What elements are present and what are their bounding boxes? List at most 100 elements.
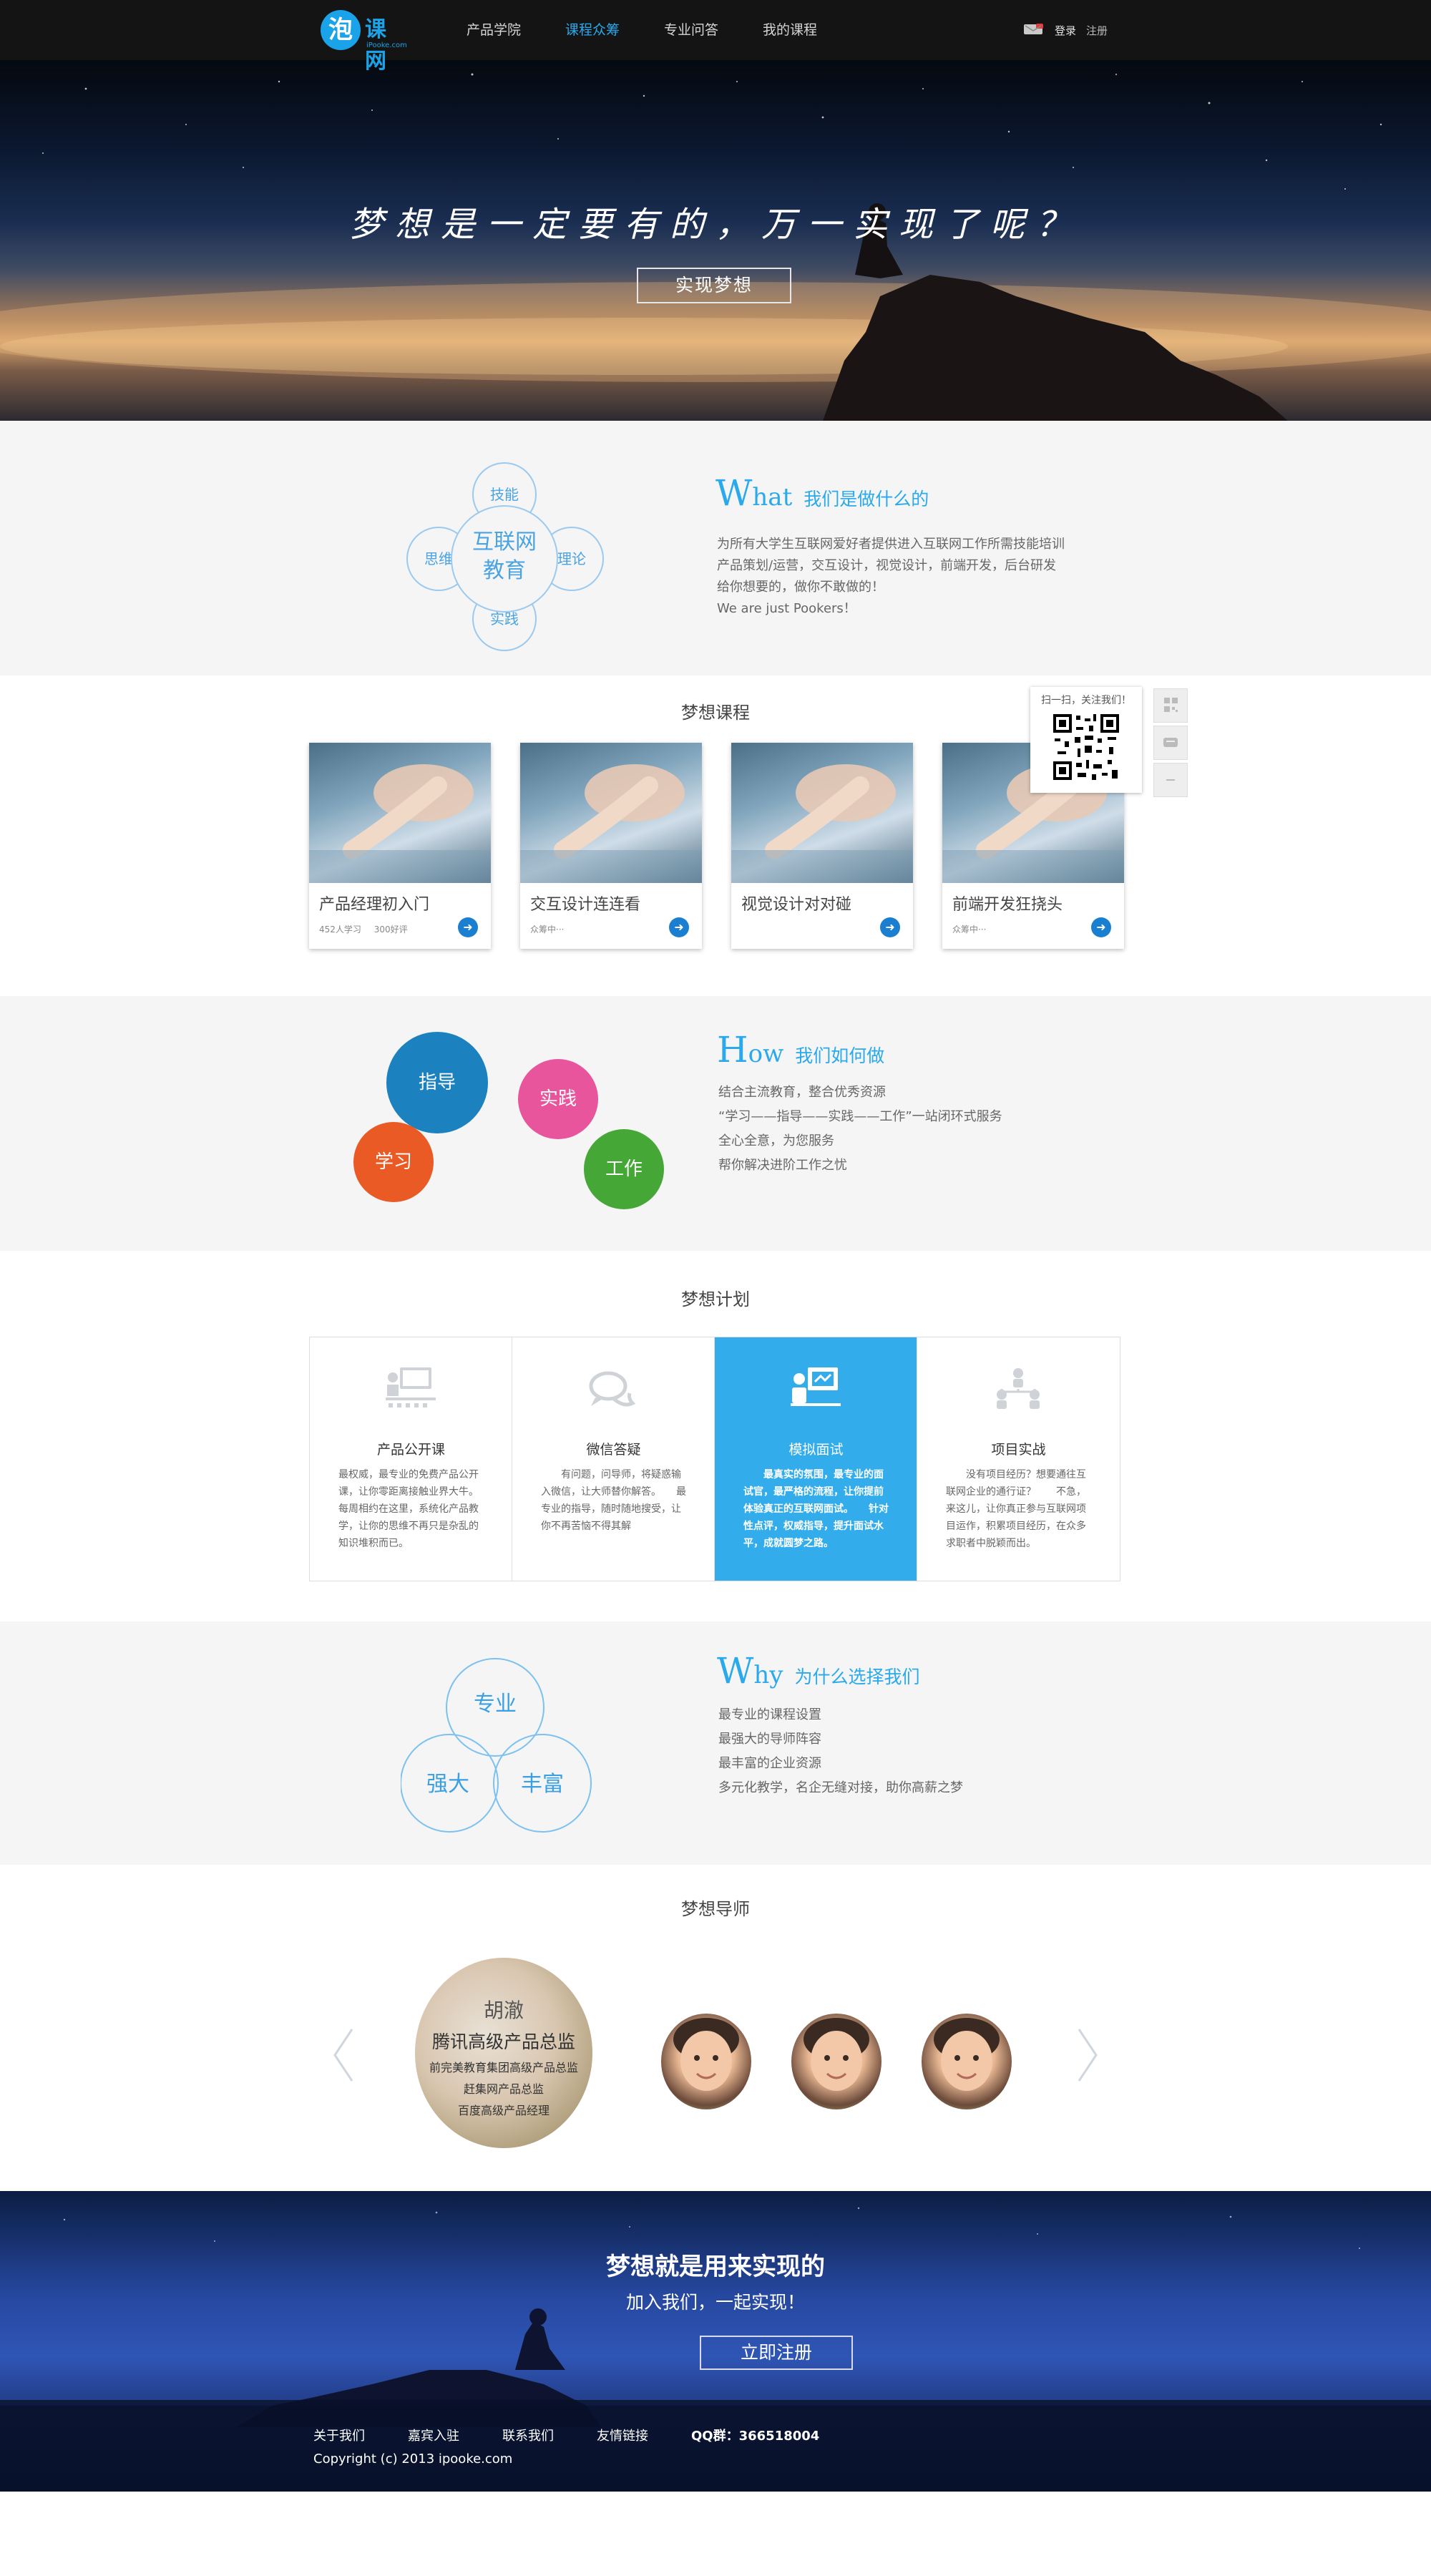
side-top-button[interactable] [1153,763,1188,797]
what-rest: hat [752,483,793,512]
course-title: 前端开发狂挠头 [952,896,1063,914]
mentor-name: 胡澈 [483,1999,524,2022]
why-venn-diagram [401,1658,592,1833]
plan-title: 微信答疑 [586,1442,641,1458]
mentor-prev-button[interactable] [329,2026,358,2084]
register-link[interactable]: 注册 [1086,23,1108,38]
plan-item-mock-interview[interactable]: 模拟面试 最真实的氛围，最专业的面试官，最严格的流程，让你提前体验真正的互联网面… [715,1337,917,1581]
chevron-right-icon [1078,2029,1098,2082]
plan-title: 产品公开课 [376,1442,445,1458]
course-image [731,743,913,883]
dot-guide: 指导 [386,1032,488,1133]
register-now-button[interactable]: 立即注册 [700,2336,853,2370]
side-qr-button[interactable] [1153,688,1188,723]
course-meta: 众筹中··· [530,924,565,935]
dot-work: 工作 [584,1129,664,1209]
plan-item-wechat-qa[interactable]: 微信答疑 有问题，问导师，将疑惑输入微信，让大师替你解答。 最专业的指导，随时随… [512,1337,715,1581]
what-line-3: 给你想要的，做你不敢做的！ [717,580,884,595]
course-meta: 众筹中··· [952,924,987,935]
footer-link-join[interactable]: 嘉宾入驻 [408,2426,459,2444]
dot-practice: 实践 [518,1059,598,1139]
footer-link-about[interactable]: 关于我们 [313,2426,365,2444]
what-section: 技能 思维 理论 实践 互联网 教育 What 我们是做什么的 为所有大学生互联… [0,421,1431,675]
how-letter: H [717,1029,748,1070]
plan-heading: 梦想计划 [681,1289,750,1309]
course-image [309,743,491,883]
top-navigation-bar: 泡 课网 iPooke.com 产品学院 课程众筹 专业问答 我的课程 登录 注… [0,0,1431,74]
message-icon[interactable] [1023,24,1045,36]
mentor-avatar[interactable] [791,2014,881,2109]
footer-qq-group: QQ群：366518004 [691,2429,820,2444]
arrow-right-icon[interactable]: ➜ [458,917,478,937]
why-title-zh: 为什么选择我们 [794,1667,920,1687]
course-title: 视觉设计对对碰 [741,896,852,914]
footer-link-contact[interactable]: 联系我们 [502,2426,554,2444]
courses-section [0,675,1431,996]
why-line-3: 最丰富的企业资源 [718,1756,821,1771]
dash-icon [1166,779,1175,781]
page: 泡 课网 iPooke.com 产品学院 课程众筹 专业问答 我的课程 登录 注… [0,0,1431,2576]
why-title: Why [717,1650,783,1692]
nav-item-my-courses[interactable]: 我的课程 [763,0,817,60]
what-letter: W [716,472,753,514]
interview-board-icon [791,1367,841,1406]
how-line-1: 结合主流教育，整合优秀资源 [718,1085,886,1100]
mentor-avatar[interactable] [661,2014,751,2109]
plan-item-open-class[interactable]: 产品公开课 最权威，最专业的免费产品公开课，让你零距离接触业界大牛。 每周相约在… [310,1337,512,1581]
center-line-2: 教育 [483,558,526,583]
plan-boxes: 产品公开课 最权威，最专业的免费产品公开课，让你零距离接触业界大牛。 每周相约在… [309,1337,1120,1581]
how-title-zh: 我们如何做 [795,1045,885,1066]
footer-bar: 关于我们 嘉宾入驻 联系我们 友情链接 QQ群：366518004 Copyri… [0,2400,1431,2492]
mentor-avatar[interactable] [922,2014,1012,2109]
why-rest: hy [753,1661,783,1689]
footer-link-friends[interactable]: 友情链接 [597,2426,648,2444]
nav-item-qa[interactable]: 专业问答 [664,0,718,60]
how-headline: How 我们如何做 [717,1029,884,1070]
mentor-next-button[interactable] [1073,2026,1102,2084]
plan-text: 有问题，问导师，将疑惑输入微信，让大师替你解答。 最专业的指导，随时随地搜受，让… [541,1469,686,1532]
why-line-4: 多元化教学，名企无缝对接，助你高薪之梦 [718,1780,963,1795]
chevron-left-icon [333,2029,353,2082]
presentation-icon [386,1367,436,1407]
mentor-credential-3: 百度高级产品经理 [457,2104,550,2117]
course-title: 产品经理初入门 [319,896,430,914]
why-line-1: 最专业的课程设置 [718,1707,821,1722]
nav-item-product-academy[interactable]: 产品学院 [467,0,521,60]
courses-heading: 梦想课程 [681,703,750,723]
course-card[interactable]: 交互设计连连看 众筹中··· ➜ [520,743,702,949]
how-line-2: “学习——指导——实践——工作”一站闭环式服务 [718,1109,1002,1124]
logo-subtext: iPooke.com [366,42,407,49]
featured-mentor[interactable]: 胡澈 腾讯高级产品总监 前完美教育集团高级产品总监 赶集网产品总监 百度高级产品… [415,1958,592,2148]
arrow-right-icon[interactable]: ➜ [880,917,900,937]
what-description: 为所有大学生互联网爱好者提供进入互联网工作所需技能培训 产品策划/运营，交互设计… [717,534,1065,620]
why-circle-professional: 专业 [474,1692,517,1717]
circle-internet-education: 互联网 教育 [451,505,558,613]
qr-popup: 扫一扫，关注我们！ [1030,687,1142,793]
center-line-1: 互联网 [472,530,537,555]
plan-title: 模拟面试 [788,1442,844,1458]
hero-slogan: 梦想是一定要有的，万一实现了呢？ [348,205,1082,245]
how-description: 结合主流教育，整合优秀资源 “学习——指导——实践——工作”一站闭环式服务 全心… [718,1080,1002,1178]
why-description: 最专业的课程设置 最强大的导师阵容 最丰富的企业资源 多元化教学，名企无缝对接，… [718,1703,963,1800]
dot-study: 学习 [353,1122,434,1202]
site-logo[interactable]: 泡 课网 iPooke.com [321,9,407,74]
speech-bubbles-icon [589,1371,636,1407]
course-meta: 452人学习 300好评 [319,924,408,935]
realize-dream-button[interactable]: 实现梦想 [637,268,791,303]
footer-links: 关于我们 嘉宾入驻 联系我们 友情链接 QQ群：366518004 [313,2426,819,2444]
why-line-2: 最强大的导师阵容 [718,1732,821,1747]
arrow-right-icon[interactable]: ➜ [669,917,689,937]
chat-icon [1163,738,1178,747]
login-link[interactable]: 登录 [1055,23,1076,38]
how-line-4: 帮你解决进阶工作之忧 [718,1158,847,1173]
copyright: Copyright (c) 2013 ipooke.com [313,2451,513,2467]
qr-caption: 扫一扫，关注我们！ [1041,695,1131,706]
course-card[interactable]: 视觉设计对对碰 ➜ [731,743,913,949]
side-chat-button[interactable] [1153,726,1188,760]
nav-item-course-crowdfunding[interactable]: 课程众筹 [565,0,620,60]
what-line-1: 为所有大学生互联网爱好者提供进入互联网工作所需技能培训 [717,537,1065,552]
plan-item-project-practice[interactable]: 项目实战 没有项目经历？想要通往互联网企业的通行证？ 不急，来这儿，让你真正参与… [917,1337,1120,1581]
why-letter: W [717,1650,754,1692]
arrow-right-icon[interactable]: ➜ [1091,917,1111,937]
course-card[interactable]: 产品经理初入门 452人学习 300好评 ➜ [309,743,491,949]
